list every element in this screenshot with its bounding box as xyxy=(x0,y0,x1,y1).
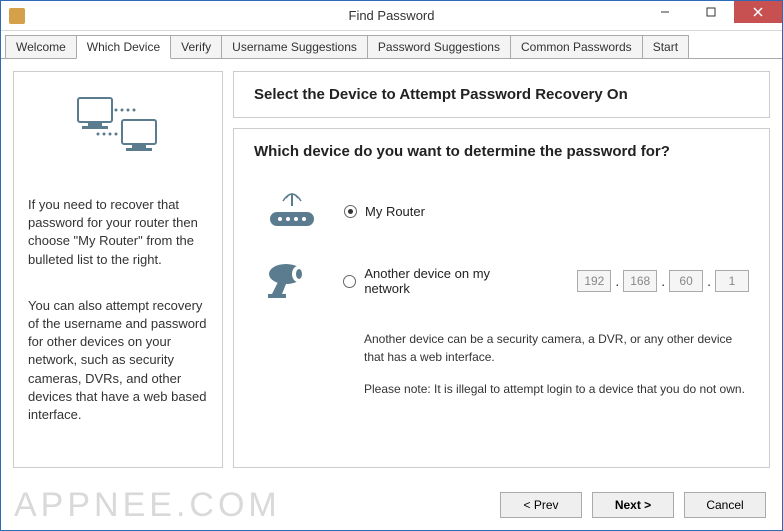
page-title: Select the Device to Attempt Password Re… xyxy=(254,86,749,103)
window-title: Find Password xyxy=(1,8,782,23)
ip-input-group: 192 . 168 . 60 . 1 xyxy=(577,270,749,292)
tab-strip: WelcomeWhich DeviceVerifyUsername Sugges… xyxy=(1,31,782,58)
help-text-1: If you need to recover that password for… xyxy=(28,196,208,269)
window: Find Password WelcomeWhich DeviceVerifyU… xyxy=(0,0,783,531)
tab-password-suggestions[interactable]: Password Suggestions xyxy=(367,35,511,58)
ip-octet-4[interactable]: 1 xyxy=(715,270,749,292)
radio-other-label: Another device on my network xyxy=(364,266,537,296)
footer: < Prev Next > Cancel xyxy=(1,480,782,530)
cancel-button[interactable]: Cancel xyxy=(684,492,766,518)
tab-welcome[interactable]: Welcome xyxy=(5,35,77,58)
title-section: Select the Device to Attempt Password Re… xyxy=(233,71,770,118)
titlebar: Find Password xyxy=(1,1,782,31)
note-1: Another device can be a security camera,… xyxy=(364,330,749,366)
ip-octet-2[interactable]: 168 xyxy=(623,270,657,292)
radio-other-input[interactable] xyxy=(343,275,356,288)
ip-octet-3[interactable]: 60 xyxy=(669,270,703,292)
tab-username-suggestions[interactable]: Username Suggestions xyxy=(221,35,368,58)
option-other-row: Another device on my network 192 . 168 .… xyxy=(254,260,749,302)
next-button[interactable]: Next > xyxy=(592,492,674,518)
ip-dot: . xyxy=(661,273,665,289)
left-panel: If you need to recover that password for… xyxy=(13,71,223,468)
notes-area: Another device can be a security camera,… xyxy=(254,330,749,398)
tab-common-passwords[interactable]: Common Passwords xyxy=(510,35,643,58)
radio-other[interactable]: Another device on my network xyxy=(343,266,537,296)
radio-router[interactable]: My Router xyxy=(344,204,425,219)
ip-dot: . xyxy=(615,273,619,289)
right-panel: Select the Device to Attempt Password Re… xyxy=(233,71,770,468)
option-router-row: My Router xyxy=(254,190,749,232)
tab-start[interactable]: Start xyxy=(642,35,689,58)
radio-router-input[interactable] xyxy=(344,205,357,218)
computer-network-icon xyxy=(68,90,168,160)
router-icon xyxy=(264,190,320,232)
network-illustration xyxy=(28,90,208,160)
radio-router-label: My Router xyxy=(365,204,425,219)
note-2: Please note: It is illegal to attempt lo… xyxy=(364,380,749,398)
camera-icon xyxy=(264,260,319,302)
content-area: If you need to recover that password for… xyxy=(1,58,782,480)
device-question: Which device do you want to determine th… xyxy=(254,143,749,160)
help-text-2: You can also attempt recovery of the use… xyxy=(28,297,208,424)
device-section: Which device do you want to determine th… xyxy=(233,128,770,468)
tab-which-device[interactable]: Which Device xyxy=(76,35,171,59)
prev-button[interactable]: < Prev xyxy=(500,492,582,518)
ip-dot: . xyxy=(707,273,711,289)
ip-octet-1[interactable]: 192 xyxy=(577,270,611,292)
tab-verify[interactable]: Verify xyxy=(170,35,222,58)
